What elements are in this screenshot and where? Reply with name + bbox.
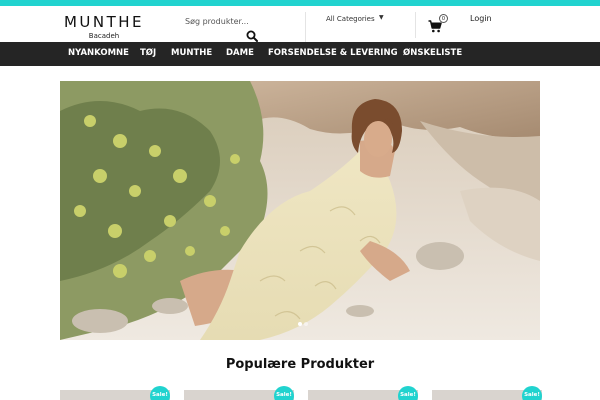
category-select-value: All Categories <box>326 15 375 23</box>
nav-item-munthe[interactable]: MUNTHE <box>171 42 212 66</box>
brand-name: MUNTHE <box>63 13 145 31</box>
chevron-down-icon: ▼ <box>379 14 384 21</box>
search-icon <box>246 30 258 42</box>
hero-slider-dots[interactable] <box>297 321 309 327</box>
store-name: Bacadeh <box>88 32 120 40</box>
main-nav: NYANKOMNE TØJ MUNTHE DAME FORSENDELSE & … <box>0 42 600 66</box>
nav-item-forsendelse-levering[interactable]: FORSENDELSE & LEVERING <box>268 42 398 66</box>
slider-dot-active[interactable] <box>298 322 302 326</box>
category-select[interactable]: All Categories ▼ <box>310 12 416 38</box>
nav-item-onskeliste[interactable]: ØNSKELISTE <box>403 42 462 66</box>
nav-item-toj[interactable]: TØJ <box>140 42 156 66</box>
nav-item-dame[interactable]: DAME <box>226 42 254 66</box>
nav-item-nyankomne[interactable]: NYANKOMNE <box>68 42 129 66</box>
sale-badge: Sale! <box>398 386 418 400</box>
site-logo[interactable]: MUNTHE Bacadeh <box>62 14 146 40</box>
hero-slider[interactable] <box>60 81 540 340</box>
login-link[interactable]: Login <box>470 14 492 23</box>
cart-button[interactable]: 0 <box>428 14 450 40</box>
popular-products-title: Populære Produkter <box>225 357 375 372</box>
sale-badge: Sale! <box>150 386 170 400</box>
cart-count-badge: 0 <box>439 14 448 23</box>
search-input[interactable] <box>185 14 297 28</box>
hero-image <box>60 81 540 340</box>
site-header: MUNTHE Bacadeh All Categories ▼ 0 Login <box>0 6 600 44</box>
slider-dot[interactable] <box>304 322 308 326</box>
sale-badge: Sale! <box>522 386 542 400</box>
search-box <box>185 12 306 44</box>
sale-badge: Sale! <box>274 386 294 400</box>
